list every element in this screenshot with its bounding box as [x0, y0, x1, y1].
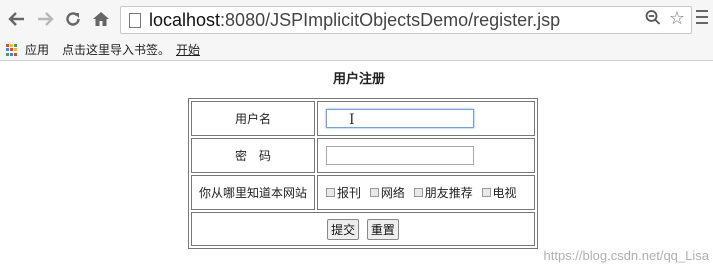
text-cursor-icon: I	[349, 112, 355, 128]
apps-label[interactable]: 应用	[25, 41, 49, 58]
checkbox[interactable]	[413, 188, 423, 197]
star-icon[interactable]: ☆	[669, 8, 685, 29]
password-label: 密 码	[191, 138, 315, 173]
submit-button[interactable]: 提交	[327, 218, 360, 240]
password-cell	[317, 138, 535, 173]
table-row: 密 码	[191, 138, 535, 173]
watermark: https://blog.csdn.net/qq_Lisa	[543, 248, 709, 263]
option-label: 网络	[380, 186, 405, 200]
home-icon[interactable]	[90, 7, 112, 31]
import-bookmarks-link[interactable]: 点击这里导入书签。	[62, 41, 170, 58]
table-row: 提交 重置	[191, 212, 535, 246]
option-label: 朋友推荐	[424, 186, 473, 200]
table-row: 你从哪里知道本网站 报刊 网络 朋友推荐 电视	[191, 175, 535, 210]
forward-arrow-icon[interactable]	[34, 7, 56, 31]
checkbox[interactable]	[481, 188, 491, 197]
checkbox[interactable]	[369, 188, 379, 197]
address-bar[interactable]: localhost:8080/JSPImplicitObjectsDemo/re…	[120, 6, 692, 34]
bookmarks-bar: 应用 点击这里导入书签。 开始	[0, 40, 713, 61]
option-label: 电视	[492, 186, 517, 200]
url-text[interactable]: localhost:8080/JSPImplicitObjectsDemo/re…	[149, 10, 560, 31]
start-link[interactable]: 开始	[176, 41, 200, 58]
hamburger-menu-icon[interactable]	[696, 6, 710, 28]
apps-icon[interactable]	[6, 44, 18, 56]
checkbox[interactable]	[326, 188, 335, 197]
table-row: 用户名	[191, 101, 535, 136]
page-icon	[129, 13, 141, 28]
option-tv[interactable]: 电视	[481, 184, 517, 201]
back-arrow-icon[interactable]	[6, 7, 28, 31]
option-label: 报刊	[337, 186, 362, 200]
source-label: 你从哪里知道本网站	[191, 175, 315, 210]
username-label: 用户名	[191, 101, 315, 136]
browser-toolbar: localhost:8080/JSPImplicitObjectsDemo/re…	[0, 0, 713, 40]
source-options-cell: 报刊 网络 朋友推荐 电视	[317, 175, 535, 210]
option-friend[interactable]: 朋友推荐	[413, 184, 473, 201]
password-input[interactable]	[326, 146, 474, 165]
zoom-icon[interactable]	[645, 9, 661, 31]
option-internet[interactable]: 网络	[369, 184, 405, 201]
option-newspaper[interactable]: 报刊	[326, 184, 361, 201]
reset-button[interactable]: 重置	[366, 218, 399, 240]
button-cell: 提交 重置	[191, 212, 535, 246]
reload-icon[interactable]	[62, 7, 84, 31]
register-form-table: 用户名 密 码 你从哪里知道本网站 报刊 网络 朋友推荐 电视 提交 重置	[188, 98, 538, 249]
page-title: 用户注册	[332, 72, 385, 87]
